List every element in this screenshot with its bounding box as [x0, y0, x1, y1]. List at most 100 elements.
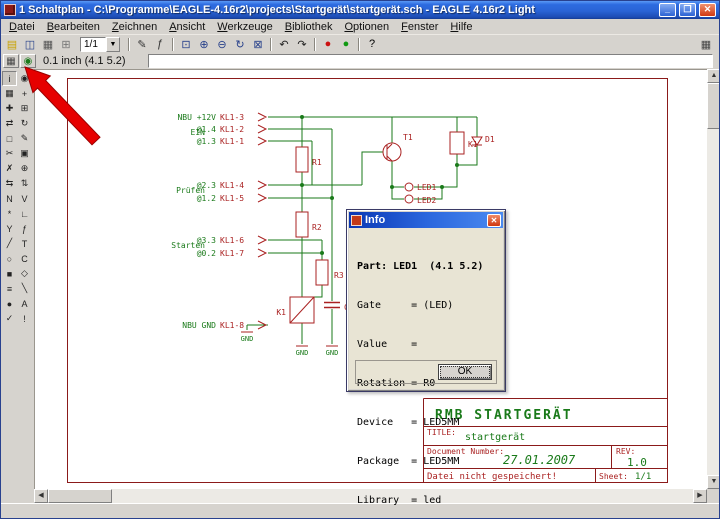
part-label-k1[interactable]: K1	[276, 308, 286, 317]
horizontal-scroll-thumb[interactable]	[48, 489, 112, 503]
add-tool[interactable]: ⊕	[17, 161, 32, 176]
part-label-r3[interactable]: R3	[334, 271, 344, 280]
move-tool[interactable]: ✚	[2, 101, 17, 116]
undo-button[interactable]: ↶	[275, 36, 293, 52]
part-label-led1[interactable]: LED1	[417, 183, 436, 192]
net-label[interactable]: @1.2	[197, 194, 216, 203]
zoom-out-button[interactable]: ⊖	[213, 36, 231, 52]
name-tool[interactable]: N	[2, 191, 17, 206]
zoom-fit-button[interactable]: ⊡	[177, 36, 195, 52]
text-tool[interactable]: T	[17, 236, 32, 251]
vertical-scrollbar[interactable]: ▲ ▼	[707, 69, 720, 489]
menu-item-hilfe[interactable]: Hilfe	[444, 20, 478, 34]
info-dialog-close-icon[interactable]: ✕	[487, 214, 501, 227]
delete-tool[interactable]: ✗	[2, 161, 17, 176]
show-eye-button[interactable]: ◉	[20, 54, 36, 68]
pin-label[interactable]: KL1-8	[220, 321, 244, 330]
errors-tool[interactable]: !	[17, 311, 32, 326]
stop-button[interactable]: ●	[319, 36, 337, 52]
cam-processor-button[interactable]: ⊞	[57, 36, 75, 52]
show-tool[interactable]: ◉	[17, 71, 32, 86]
gateswap-tool[interactable]: ⇅	[17, 176, 32, 191]
split-tool[interactable]: Y	[2, 221, 17, 236]
part-label-r2[interactable]: R2	[312, 223, 322, 232]
rotate-tool[interactable]: ↻	[17, 116, 32, 131]
part-label-k1-coil[interactable]: K1	[468, 140, 478, 149]
grid-settings-button[interactable]: ▦	[697, 36, 715, 52]
menu-item-fenster[interactable]: Fenster	[395, 20, 444, 34]
paste-tool[interactable]: ▣	[17, 146, 32, 161]
pin-label[interactable]: KL1-7	[220, 249, 244, 258]
smash-tool[interactable]: *	[2, 206, 17, 221]
rect-tool[interactable]: ■	[2, 266, 17, 281]
help-button[interactable]: ?	[363, 36, 381, 52]
menu-item-ansicht[interactable]: Ansicht	[163, 20, 211, 34]
value-tool[interactable]: V	[17, 191, 32, 206]
net-name-ein[interactable]: EIN	[191, 128, 206, 137]
net-label[interactable]: @1.3	[197, 137, 216, 146]
minimize-button[interactable]: _	[659, 3, 676, 17]
chevron-down-icon[interactable]: ▼	[106, 37, 120, 52]
menu-item-werkzeuge[interactable]: Werkzeuge	[211, 20, 278, 34]
net-label[interactable]: @0.2	[197, 249, 216, 258]
cut-tool[interactable]: ✂	[2, 146, 17, 161]
vertical-scroll-thumb[interactable]	[707, 83, 720, 129]
run-script-button[interactable]: ƒ	[151, 36, 169, 52]
circle-tool[interactable]: ○	[2, 251, 17, 266]
open-button[interactable]: ▤	[3, 36, 21, 52]
close-button[interactable]: ✕	[699, 3, 716, 17]
scroll-right-icon[interactable]: ▶	[693, 489, 707, 503]
info-dialog-titlebar[interactable]: Info ✕	[349, 212, 503, 228]
zoom-select-button[interactable]: ⊠	[249, 36, 267, 52]
menu-item-datei[interactable]: Datei	[3, 20, 41, 34]
info-tool[interactable]: i	[2, 71, 17, 86]
part-label-led2[interactable]: LED2	[417, 196, 436, 205]
part-label-r1[interactable]: R1	[312, 158, 322, 167]
menu-item-bibliothek[interactable]: Bibliothek	[279, 20, 339, 34]
copy-tool[interactable]: ⊞	[17, 101, 32, 116]
scroll-left-icon[interactable]: ◀	[34, 489, 48, 503]
change-tool[interactable]: ✎	[17, 131, 32, 146]
wire-tool[interactable]: ╱	[2, 236, 17, 251]
zoom-in-button[interactable]: ⊕	[195, 36, 213, 52]
net-label[interactable]: NBU GND	[182, 321, 216, 330]
print-button[interactable]: ▦	[39, 36, 57, 52]
part-label-t1[interactable]: T1	[403, 133, 413, 142]
pin-label[interactable]: KL1-6	[220, 236, 244, 245]
pin-label[interactable]: KL1-1	[220, 137, 244, 146]
scroll-up-icon[interactable]: ▲	[707, 69, 720, 83]
polygon-tool[interactable]: ◇	[17, 266, 32, 281]
invoke-tool[interactable]: ƒ	[17, 221, 32, 236]
junction-tool[interactable]: ●	[2, 296, 17, 311]
pinswap-tool[interactable]: ⇆	[2, 176, 17, 191]
scroll-down-icon[interactable]: ▼	[707, 475, 720, 489]
label-tool[interactable]: A	[17, 296, 32, 311]
erc-tool[interactable]: ✓	[2, 311, 17, 326]
mark-tool[interactable]: +	[17, 86, 32, 101]
zoom-redraw-button[interactable]: ↻	[231, 36, 249, 52]
arc-tool[interactable]: C	[17, 251, 32, 266]
pin-label[interactable]: KL1-3	[220, 113, 244, 122]
mirror-tool[interactable]: ⇄	[2, 116, 17, 131]
net-label[interactable]: NBU +12V	[177, 113, 216, 122]
menu-item-zeichnen[interactable]: Zeichnen	[106, 20, 163, 34]
net-name-pruefen[interactable]: Prüfen	[176, 186, 205, 195]
display-tool[interactable]: ▦	[2, 86, 17, 101]
configure-button[interactable]: ✎	[133, 36, 151, 52]
redo-button[interactable]: ↷	[293, 36, 311, 52]
bus-tool[interactable]: ≡	[2, 281, 17, 296]
pin-label[interactable]: KL1-4	[220, 181, 244, 190]
net-tool[interactable]: ╲	[17, 281, 32, 296]
pin-label[interactable]: KL1-2	[220, 125, 244, 134]
group-tool[interactable]: □	[2, 131, 17, 146]
command-line-input[interactable]	[148, 54, 713, 68]
net-name-starten[interactable]: Starten	[171, 241, 205, 250]
go-button[interactable]: ●	[337, 36, 355, 52]
miter-tool[interactable]: ∟	[17, 206, 32, 221]
save-button[interactable]: ◫	[21, 36, 39, 52]
menu-item-bearbeiten[interactable]: Bearbeiten	[41, 20, 106, 34]
part-label-d1[interactable]: D1	[485, 135, 495, 144]
maximize-button[interactable]: ❐	[679, 3, 696, 17]
sheet-selector[interactable]: 1/1 ▼	[80, 37, 120, 52]
ok-button[interactable]: OK	[438, 364, 492, 380]
